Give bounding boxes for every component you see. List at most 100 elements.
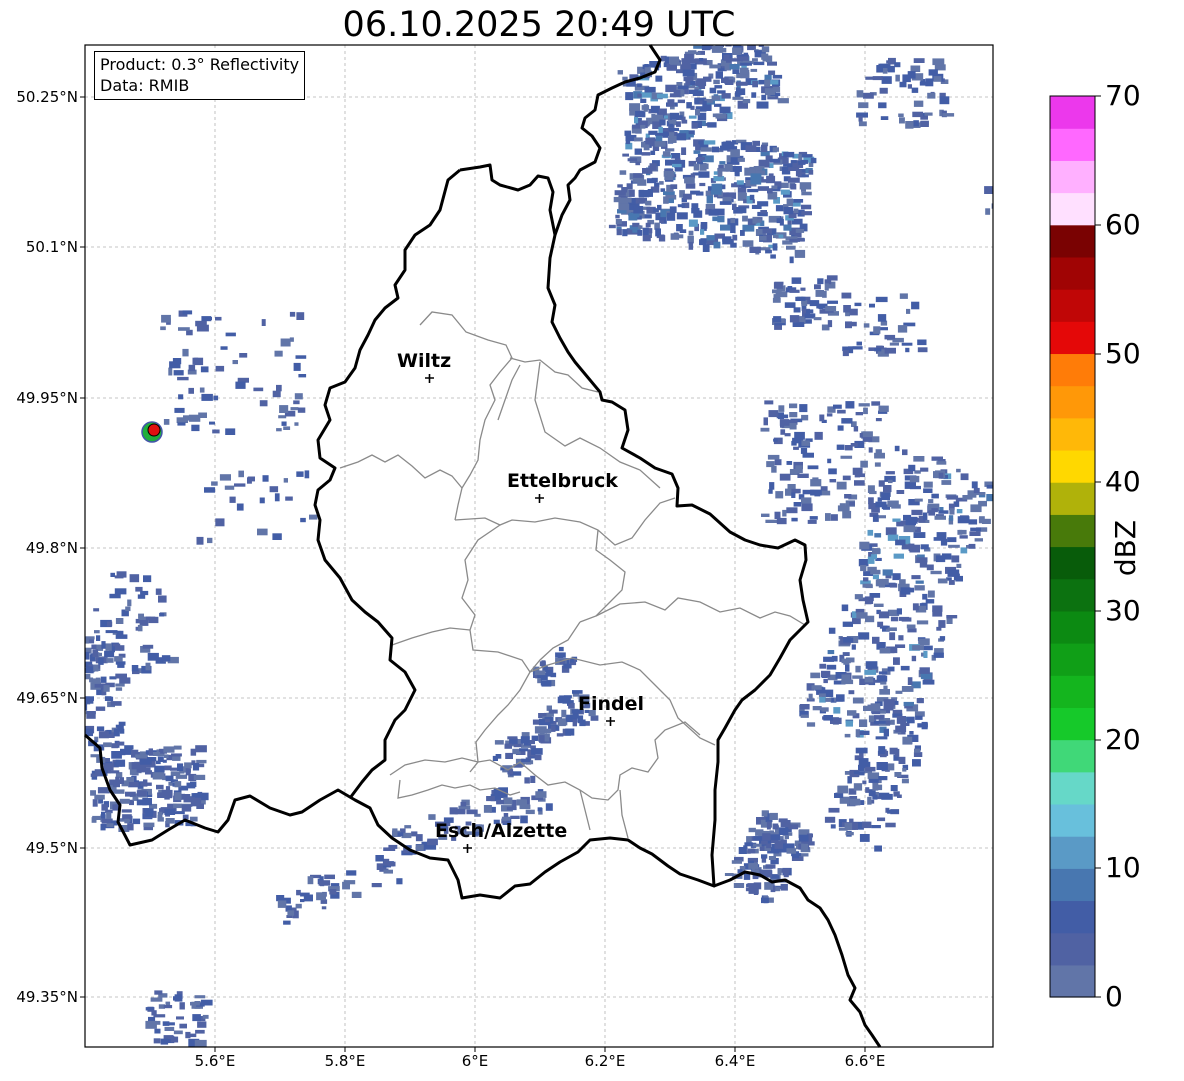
echo-cell — [283, 920, 291, 925]
echo-cell — [193, 774, 206, 780]
echo-cell — [740, 230, 745, 236]
echo-cell — [898, 756, 906, 764]
echo-cell — [224, 485, 235, 490]
echo-cell — [854, 302, 862, 307]
echo-cell — [858, 121, 867, 127]
echo-cell — [539, 735, 545, 743]
echo-cell — [941, 480, 952, 485]
echo-cell — [650, 105, 660, 113]
echo-cell — [511, 799, 517, 808]
echo-cell — [677, 85, 689, 90]
echo-cell — [114, 789, 125, 794]
echo-cell — [753, 887, 759, 895]
echo-cell — [648, 130, 658, 135]
echo-cell — [114, 588, 127, 595]
echo-cell — [163, 1035, 174, 1040]
colorbar-tick-label: 30 — [1105, 594, 1141, 627]
echo-cell — [145, 1020, 157, 1029]
echo-cell — [823, 678, 828, 684]
echo-cell — [198, 412, 207, 418]
echo-cell — [494, 740, 504, 745]
echo-cell — [114, 656, 123, 662]
lat-tick-label: 49.65°N — [16, 689, 78, 707]
echo-cell — [184, 762, 192, 769]
echo-cell — [868, 497, 874, 505]
echo-cell — [780, 429, 786, 435]
echo-cell — [849, 774, 859, 778]
echo-cell — [287, 910, 295, 916]
echo-cell — [772, 823, 779, 830]
echo-cell — [901, 778, 909, 784]
echo-cell — [142, 767, 151, 772]
echo-cell — [483, 805, 492, 813]
echo-cell — [794, 431, 805, 440]
echo-cell — [142, 797, 152, 806]
echo-cell — [212, 429, 220, 434]
echo-cell — [842, 475, 851, 481]
echo-cell — [936, 461, 947, 465]
echo-cell — [942, 113, 955, 117]
echo-cell — [703, 140, 716, 145]
echo-cell — [821, 670, 831, 678]
echo-cell — [342, 881, 350, 890]
echo-cell — [154, 1028, 161, 1034]
echo-cell — [959, 535, 968, 539]
echo-cell — [843, 637, 854, 643]
colorbar-segment — [1050, 514, 1095, 548]
echo-cell — [296, 889, 301, 896]
echo-cell — [283, 426, 291, 430]
echo-cell — [788, 177, 800, 183]
echo-cell — [510, 815, 520, 819]
echo-cell — [561, 709, 567, 718]
echo-cell — [825, 306, 837, 312]
echo-cell — [879, 689, 890, 695]
echo-cell — [702, 244, 710, 252]
echo-cell — [261, 319, 266, 326]
echo-cell — [819, 696, 826, 703]
echo-cell — [253, 387, 264, 392]
echo-cell — [789, 256, 794, 264]
echo-cell — [907, 71, 916, 79]
echo-cell — [878, 515, 886, 519]
echo-cell — [659, 119, 666, 126]
echo-cell — [137, 624, 143, 632]
echo-cell — [842, 510, 852, 519]
echo-cell — [219, 474, 231, 481]
echo-cell — [281, 421, 287, 426]
echo-cell — [247, 476, 255, 482]
echo-cell — [871, 401, 881, 406]
echo-cell — [902, 449, 908, 456]
echo-cell — [947, 569, 960, 577]
echo-cell — [644, 201, 650, 205]
echo-cell — [329, 889, 337, 895]
echo-cell — [875, 418, 882, 422]
echo-cell — [807, 465, 819, 470]
echo-cell — [176, 1016, 184, 1020]
colorbar-segment — [1050, 385, 1095, 419]
echo-cell — [709, 64, 721, 69]
echo-cell — [151, 1010, 157, 1016]
echo-cell — [956, 509, 963, 514]
echo-cell — [677, 99, 685, 104]
echo-cell — [608, 224, 616, 229]
echo-cell — [125, 791, 136, 797]
echo-cell — [869, 303, 875, 308]
echo-cell — [767, 454, 780, 460]
echo-cell — [761, 53, 769, 60]
echo-cell — [892, 518, 901, 522]
echo-cell — [906, 624, 916, 629]
echo-cell — [760, 210, 767, 214]
colorbar-tick-label: 70 — [1105, 79, 1141, 112]
echo-cell — [791, 277, 802, 284]
echo-cell — [895, 748, 900, 757]
echo-cell — [740, 62, 752, 66]
echo-cell — [125, 606, 131, 612]
echo-cell — [824, 816, 836, 823]
echo-cell — [881, 492, 890, 501]
echo-cell — [720, 224, 731, 231]
echo-cell — [297, 407, 306, 413]
echo-cell — [627, 158, 638, 162]
echo-cell — [496, 799, 504, 805]
echo-cell — [911, 575, 921, 580]
colorbar-segment — [1050, 546, 1095, 580]
